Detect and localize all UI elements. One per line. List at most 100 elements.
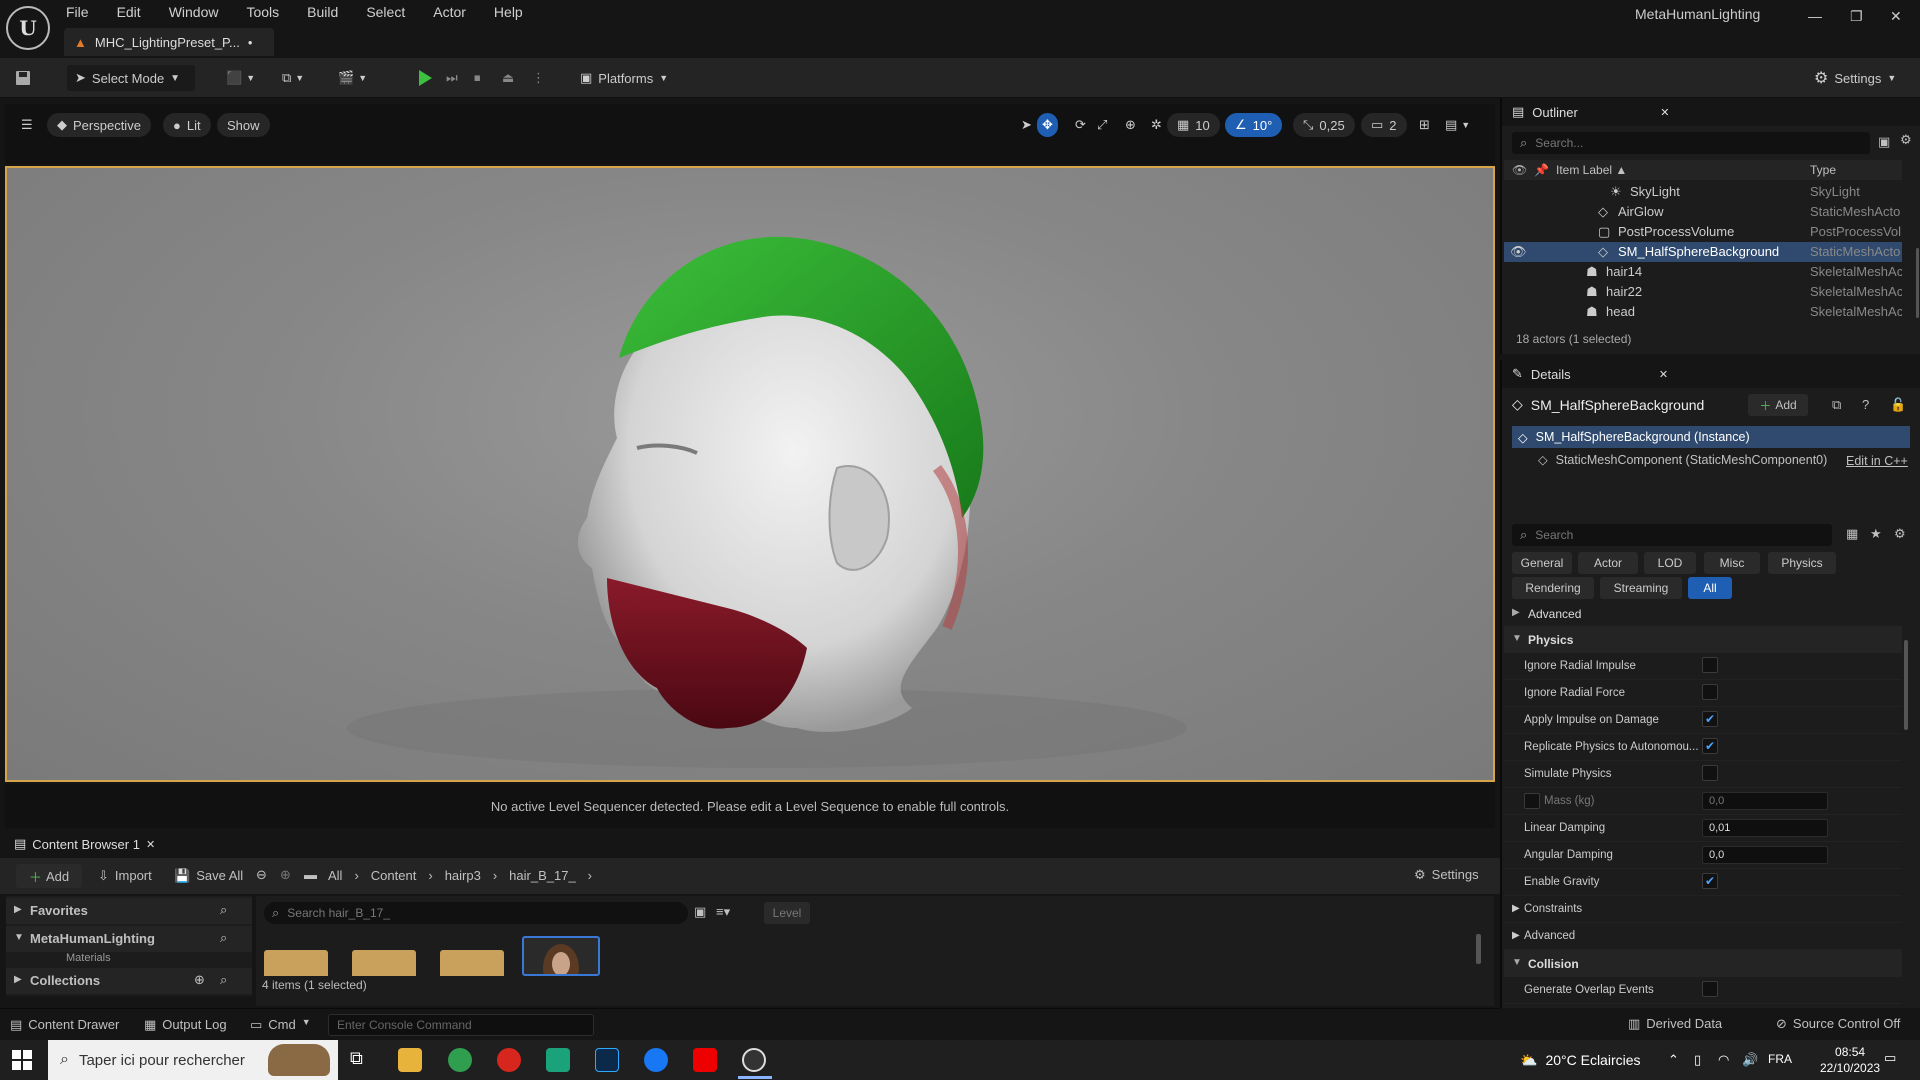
details-search[interactable]: ⌕ Search: [1512, 524, 1832, 546]
content-browser-tab[interactable]: ▤ Content Browser 1 ✕: [8, 832, 161, 856]
outliner-row[interactable]: ▢ PostProcessVolume PostProcessVol: [1504, 222, 1902, 242]
ignore-radial-force-checkbox[interactable]: [1702, 684, 1718, 700]
facebook-icon[interactable]: [644, 1048, 668, 1072]
file-explorer-icon[interactable]: [398, 1048, 422, 1072]
menu-help[interactable]: Help: [494, 4, 523, 20]
source-control-button[interactable]: ⊘ Source Control Off: [1776, 1016, 1900, 1032]
unreal-taskbar-icon[interactable]: [742, 1048, 766, 1072]
search-icon[interactable]: ⌕: [220, 930, 227, 946]
close-icon[interactable]: ✕: [146, 838, 155, 851]
windows-start-icon[interactable]: [12, 1050, 32, 1070]
cb-search[interactable]: ⌕ Search hair_B_17_: [264, 902, 688, 924]
camera-speed-button[interactable]: ▭ 2: [1361, 113, 1407, 137]
more-options-icon[interactable]: ⋮: [532, 65, 545, 91]
details-scrollbar[interactable]: [1904, 640, 1908, 730]
component-row[interactable]: ◇ StaticMeshComponent (StaticMeshComponen…: [1538, 452, 1827, 468]
chrome-icon[interactable]: [448, 1048, 472, 1072]
taskbar-search[interactable]: ⌕ Taper ici pour rechercher: [48, 1040, 338, 1080]
filter-rendering[interactable]: Rendering: [1512, 577, 1594, 599]
filter-actor[interactable]: Actor: [1578, 552, 1638, 574]
photoshop-icon[interactable]: [595, 1048, 619, 1072]
restore-button[interactable]: ❐: [1850, 8, 1863, 25]
edit-cpp-link[interactable]: Edit in C++: [1846, 454, 1908, 468]
gear-icon[interactable]: ⚙: [1894, 526, 1906, 542]
blueprint-icon[interactable]: ⧉: [1832, 397, 1841, 413]
scale-snap-button[interactable]: ⤡ 0,25: [1293, 113, 1355, 137]
play-button[interactable]: [416, 65, 434, 91]
select-mode-dropdown[interactable]: ➤ Select Mode ▼: [67, 65, 195, 91]
hair-asset-thumbnail[interactable]: [522, 936, 600, 976]
lit-button[interactable]: ● Lit: [163, 113, 211, 137]
level-viewport[interactable]: [5, 166, 1495, 782]
favorites-header[interactable]: ▶ Favorites ⌕: [6, 898, 252, 924]
outliner-row[interactable]: ◇ AirGlow StaticMeshActo: [1504, 202, 1902, 222]
viewport-menu-button[interactable]: ☰: [11, 113, 43, 137]
close-icon[interactable]: ✕: [1659, 368, 1668, 381]
cb-add-button[interactable]: ＋ Add: [16, 864, 82, 888]
level-filter-chip[interactable]: Level: [764, 902, 810, 924]
filter-lod[interactable]: LOD: [1644, 552, 1696, 574]
outliner-row[interactable]: ☗ hair14 SkeletalMeshAc: [1504, 262, 1902, 282]
clock[interactable]: 08:54 22/10/2023: [1820, 1044, 1880, 1076]
cinematics-button[interactable]: 🎬 ▼: [338, 65, 367, 91]
folder-icon[interactable]: [352, 950, 416, 976]
ignore-radial-impulse-checkbox[interactable]: [1702, 657, 1718, 673]
cb-settings-button[interactable]: ⚙ Settings: [1414, 867, 1479, 883]
blueprints-button[interactable]: ⧉ ▼: [282, 65, 304, 91]
physics-section[interactable]: ▼ Physics: [1504, 626, 1902, 653]
mass-override-checkbox[interactable]: [1524, 793, 1540, 809]
content-drawer-button[interactable]: ▤ Content Drawer: [10, 1017, 119, 1033]
wifi-icon[interactable]: ◠: [1718, 1052, 1729, 1068]
task-view-icon[interactable]: ⧉: [350, 1048, 374, 1072]
notifications-icon[interactable]: ▭: [1884, 1050, 1896, 1066]
folder-icon[interactable]: ▬: [304, 867, 317, 882]
translate-tool-icon[interactable]: ✥: [1037, 113, 1058, 137]
outliner-row[interactable]: ☗ hair22 SkeletalMeshAc: [1504, 282, 1902, 302]
perspective-button[interactable]: ◆ Perspective: [47, 113, 151, 137]
search-icon[interactable]: ⌕: [220, 972, 227, 988]
save-all-button[interactable]: 💾 Save All: [174, 868, 243, 884]
collision-section[interactable]: ▼ Collision: [1504, 950, 1902, 977]
menu-build[interactable]: Build: [307, 4, 338, 20]
menu-edit[interactable]: Edit: [117, 4, 141, 20]
layout-button[interactable]: ▤ ▼: [1435, 113, 1480, 137]
crumb-hairp3[interactable]: hairp3: [445, 868, 481, 883]
search-icon[interactable]: ⌕: [220, 902, 227, 918]
constraints-row[interactable]: ▶ Constraints: [1504, 896, 1902, 923]
rotation-snap-button[interactable]: ∠ 10°: [1225, 113, 1283, 137]
derived-data-button[interactable]: ▥ Derived Data: [1628, 1016, 1722, 1032]
youtube-icon[interactable]: [693, 1048, 717, 1072]
simulate-physics-checkbox[interactable]: [1702, 765, 1718, 781]
folder-icon[interactable]: [440, 950, 504, 976]
filter-general[interactable]: General: [1512, 552, 1572, 574]
folder-add-icon[interactable]: ▣: [1878, 134, 1890, 150]
col-type[interactable]: Type: [1810, 163, 1836, 177]
materials-folder[interactable]: Materials: [66, 952, 111, 962]
outliner-row[interactable]: ☗ head SkeletalMeshAc: [1504, 302, 1902, 322]
angular-damping-input[interactable]: 0,0: [1702, 846, 1828, 864]
close-button[interactable]: ✕: [1890, 8, 1902, 25]
stop-button[interactable]: ⏹: [474, 65, 481, 91]
eye-icon[interactable]: 👁: [1510, 244, 1527, 260]
menu-actor[interactable]: Actor: [433, 4, 466, 20]
weather-widget[interactable]: ⛅ 20°C Eclaircies: [1520, 1052, 1641, 1069]
step-button[interactable]: ⏭: [446, 65, 458, 91]
menu-tools[interactable]: Tools: [246, 4, 279, 20]
outliner-search[interactable]: ⌕ Search...: [1512, 132, 1870, 154]
language-indicator[interactable]: FRA: [1768, 1052, 1792, 1066]
outliner-row-selected[interactable]: 👁 ◇ SM_HalfSphereBackground StaticMeshActo: [1504, 242, 1902, 262]
filter-all[interactable]: All: [1688, 577, 1732, 599]
filter-physics[interactable]: Physics: [1768, 552, 1836, 574]
save-icon[interactable]: [14, 65, 32, 91]
col-item-label[interactable]: Item Label ▲: [1556, 163, 1627, 177]
outliner-scrollbar[interactable]: [1916, 248, 1919, 318]
replicate-physics-checkbox[interactable]: ✔: [1702, 738, 1718, 754]
gear-icon[interactable]: ⚙: [1900, 132, 1912, 148]
crumb-all[interactable]: All: [328, 868, 342, 883]
cb-scrollbar[interactable]: [1476, 934, 1481, 964]
add-collection-icon[interactable]: ⊕: [194, 972, 205, 988]
back-icon[interactable]: ⊖: [256, 867, 267, 883]
star-icon[interactable]: ★: [1870, 526, 1882, 542]
minimize-button[interactable]: —: [1808, 8, 1822, 24]
import-button[interactable]: ⇩ Import: [98, 868, 152, 884]
